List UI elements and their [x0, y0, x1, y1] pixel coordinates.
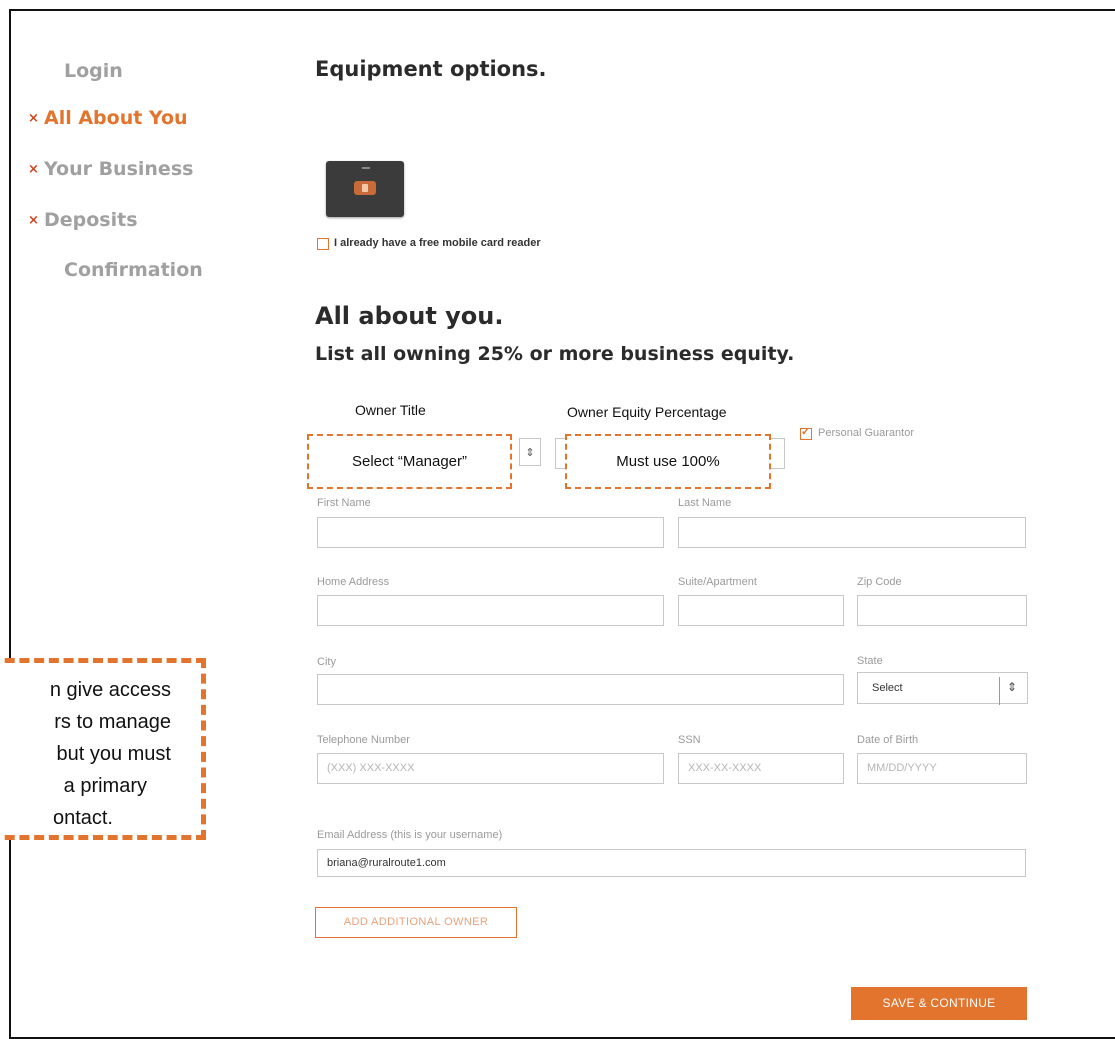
equipment-heading: Equipment options.	[315, 57, 547, 81]
city-input[interactable]	[317, 674, 844, 705]
free-reader-checkbox[interactable]	[317, 238, 329, 250]
suite-input[interactable]	[678, 595, 844, 626]
equity-annotation: Must use 100%	[565, 434, 771, 489]
last-name-input[interactable]	[678, 517, 1026, 548]
updown-arrows-icon[interactable]: ⇕	[519, 438, 541, 466]
ssn-label: SSN	[678, 734, 701, 746]
ssn-input[interactable]: XXX-XX-XXXX	[678, 753, 844, 784]
personal-guarantor-label: Personal Guarantor	[818, 427, 914, 439]
city-label: City	[317, 656, 336, 668]
incomplete-x-icon: ×	[28, 111, 39, 126]
owner-title-select[interactable]: Select “Manager”	[307, 434, 512, 489]
dob-label: Date of Birth	[857, 734, 919, 746]
email-input[interactable]: briana@ruralroute1.com	[317, 849, 1026, 877]
equity-subheading: List all owning 25% or more business equ…	[315, 343, 795, 365]
last-name-label: Last Name	[678, 497, 732, 509]
telephone-label: Telephone Number	[317, 734, 410, 746]
email-label: Email Address (this is your username)	[317, 829, 503, 841]
suite-label: Suite/Apartment	[678, 576, 757, 588]
state-label: State	[857, 655, 883, 667]
telephone-input[interactable]: (XXX) XXX-XXXX	[317, 753, 664, 784]
save-continue-button[interactable]: SAVE & CONTINUE	[851, 987, 1027, 1020]
owner-title-label: Owner Title	[355, 402, 426, 418]
about-heading: All about you.	[315, 302, 504, 330]
nav-item-login[interactable]: Login	[64, 60, 123, 82]
nav-item-confirmation[interactable]: Confirmation	[64, 259, 203, 281]
add-additional-owner-button[interactable]: ADD ADDITIONAL OWNER	[315, 907, 517, 938]
incomplete-x-icon: ×	[28, 162, 39, 177]
incomplete-x-icon: ×	[28, 213, 39, 228]
zip-label: Zip Code	[857, 576, 902, 588]
first-name-label: First Name	[317, 497, 371, 509]
home-address-input[interactable]	[317, 595, 664, 626]
nav-item-all-about-you[interactable]: × All About You	[28, 107, 188, 129]
nav-item-your-business[interactable]: × Your Business	[28, 158, 193, 180]
access-callout: n give access rs to manage but you must …	[0, 658, 206, 840]
card-reader-icon	[326, 161, 404, 217]
free-reader-label: I already have a free mobile card reader	[334, 237, 541, 249]
dob-input[interactable]: MM/DD/YYYY	[857, 753, 1027, 784]
home-address-label: Home Address	[317, 576, 390, 588]
zip-input[interactable]	[857, 595, 1027, 626]
updown-arrows-icon: ⇕	[1007, 680, 1018, 694]
first-name-input[interactable]	[317, 517, 664, 548]
nav-item-deposits[interactable]: × Deposits	[28, 209, 138, 231]
state-select[interactable]: Select ⇕	[857, 672, 1028, 705]
personal-guarantor-checkbox[interactable]	[800, 425, 812, 440]
equity-label: Owner Equity Percentage	[567, 404, 727, 420]
